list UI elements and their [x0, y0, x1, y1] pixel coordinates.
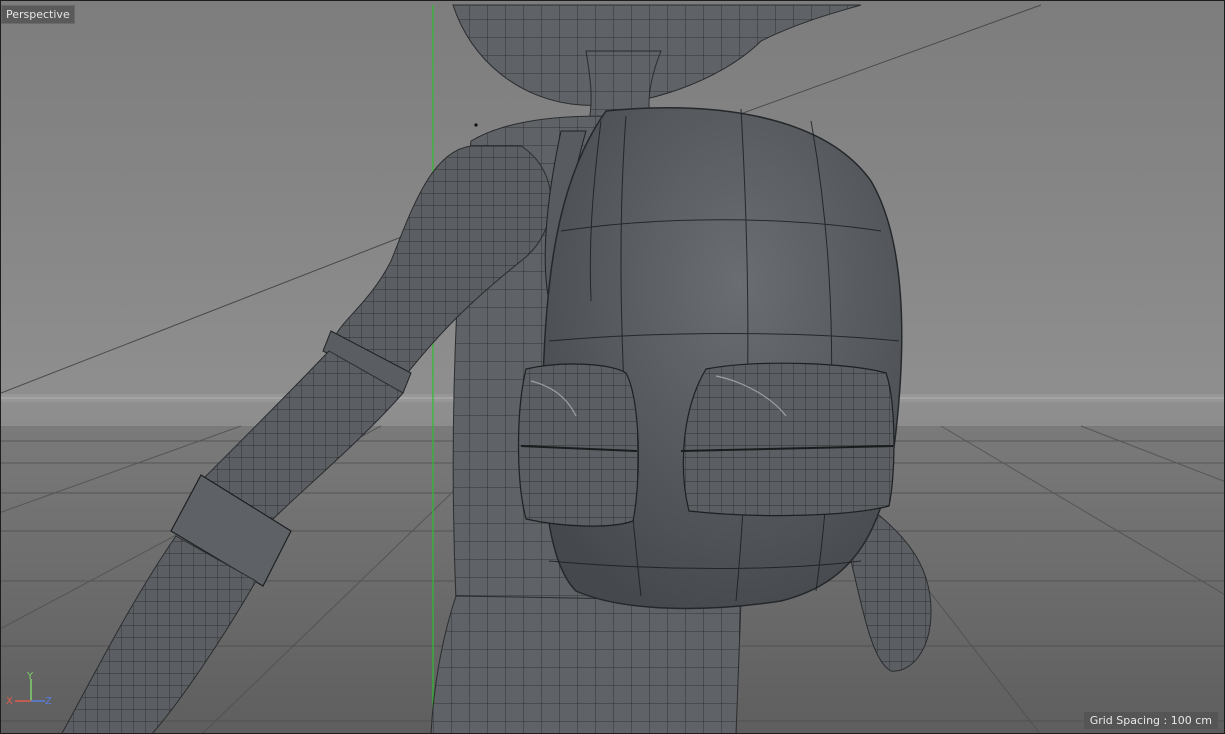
camera-view-label[interactable]: Perspective [1, 5, 75, 24]
axis-y-label: Y [26, 671, 34, 682]
axis-z-label: Z [45, 696, 52, 707]
axis-x-label: X [6, 696, 13, 707]
3d-viewport[interactable]: Y X Z Perspective Grid Spacing : 100 cm [0, 0, 1225, 734]
grid-spacing-readout: Grid Spacing : 100 cm [1083, 712, 1218, 729]
backpack-pocket-left [517, 363, 639, 527]
viewport-scene: Y X Z [1, 4, 1224, 733]
backpack-pocket-right [682, 362, 895, 517]
pants-mesh [430, 595, 742, 733]
backpack-body [541, 106, 903, 610]
